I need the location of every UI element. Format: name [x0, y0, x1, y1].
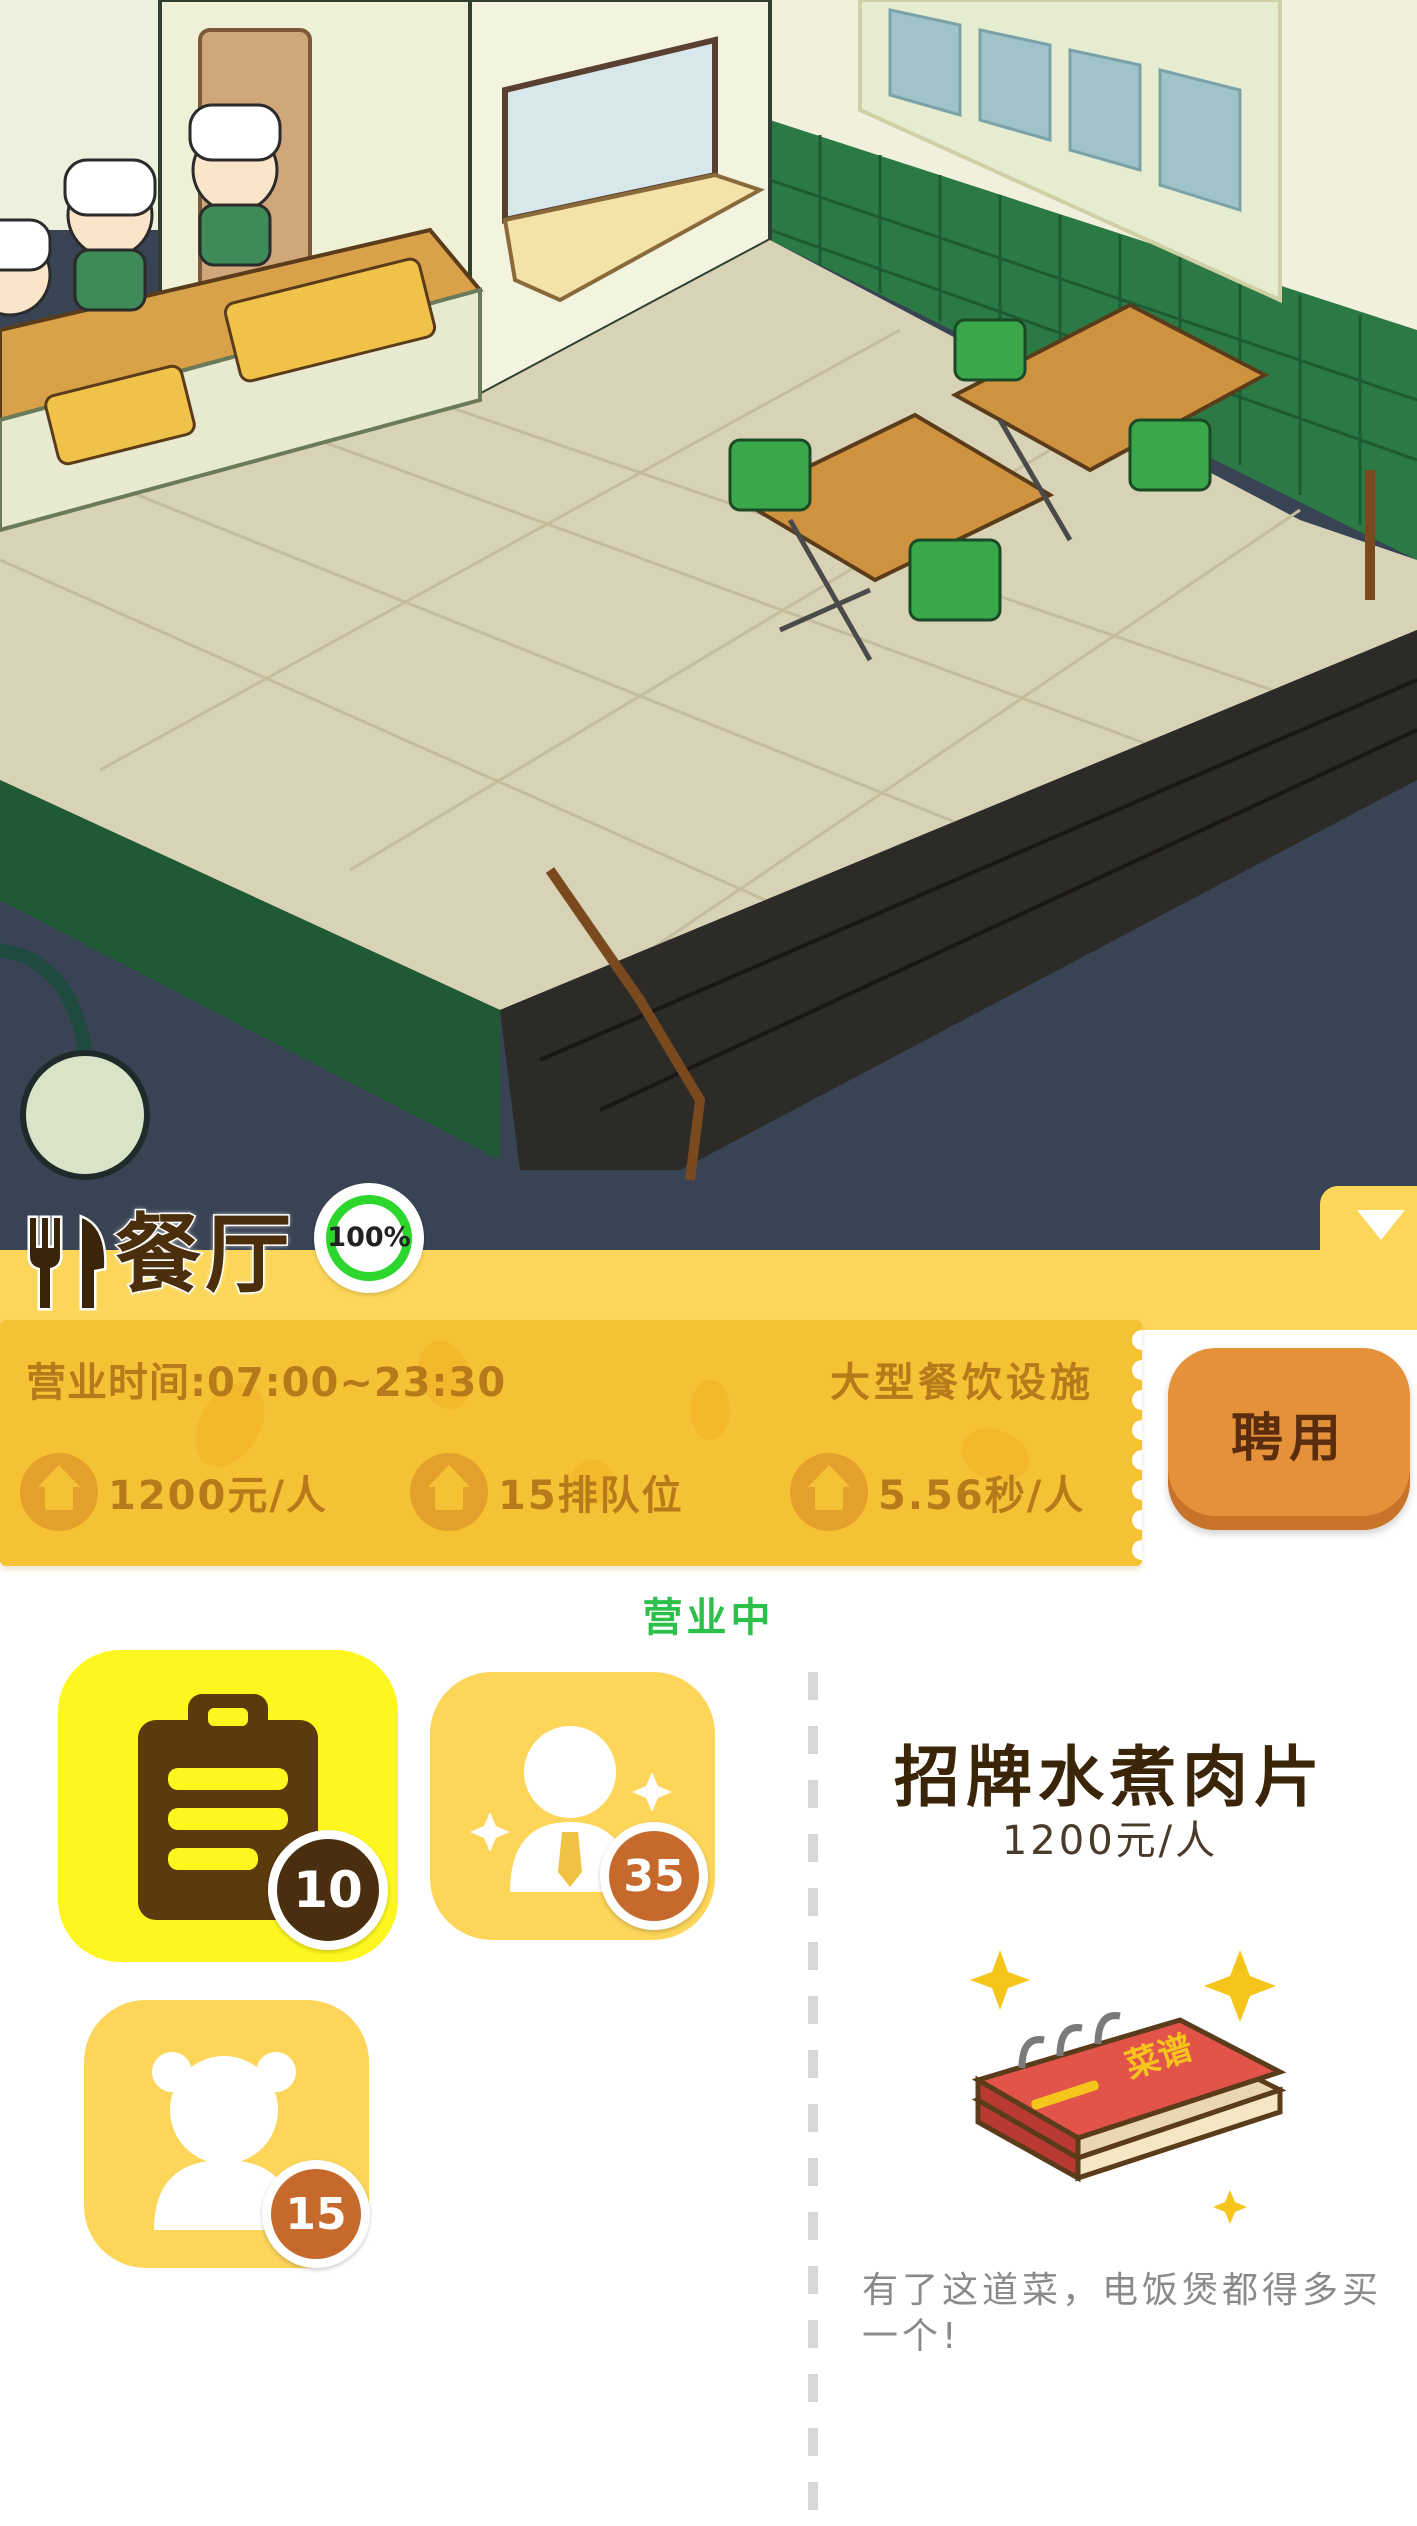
ticket-notch	[1132, 1420, 1142, 1440]
stat-value: 5.56秒/人	[878, 1473, 1086, 1519]
house-icon	[790, 1453, 868, 1531]
info-card: 营业时间:07:00~23:30 大型餐饮设施 1200元/人 15排队位 5.…	[0, 1320, 1142, 1566]
ticket-notch	[1132, 1510, 1142, 1530]
facility-type: 大型餐饮设施	[830, 1360, 1094, 1406]
tile-badge: 10	[268, 1830, 388, 1950]
tile-badge: 35	[600, 1822, 708, 1930]
chevron-down-icon[interactable]	[1357, 1210, 1405, 1240]
ticket-notch	[1132, 1540, 1142, 1560]
tile-badge: 15	[262, 2160, 370, 2268]
page-title: 餐厅	[114, 1204, 295, 1307]
status-label: 营业中	[642, 1595, 775, 1641]
ticket-notch	[1132, 1480, 1142, 1500]
house-icon	[20, 1453, 98, 1531]
stat-price: 1200元/人	[20, 1452, 328, 1532]
stat-queue: 15排队位	[410, 1452, 684, 1532]
dish-description: 有了这道菜，电饭煲都得多买一个!	[862, 2270, 1383, 2357]
hire-button[interactable]: 聘用	[1168, 1348, 1410, 1530]
recipe-book-icon: 菜谱	[970, 1950, 1287, 2224]
completion-label: 100%	[327, 1222, 411, 1253]
tile-waiter[interactable]: 35	[430, 1672, 715, 1940]
stat-value: 1200元/人	[108, 1473, 328, 1519]
stat-value: 15排队位	[498, 1473, 684, 1519]
business-hours: 营业时间:07:00~23:30	[26, 1360, 507, 1406]
dish-name: 招牌水煮肉片	[894, 1739, 1326, 1816]
ticket-notch	[1132, 1360, 1142, 1380]
tile-menu[interactable]: 10	[58, 1650, 398, 1962]
hire-button-label: 聘用	[1230, 1408, 1347, 1469]
ticket-notch	[1132, 1330, 1142, 1350]
fork-knife-icon	[27, 1214, 107, 1311]
ticket-notch	[1132, 1390, 1142, 1410]
dish-price: 1200元/人	[1001, 1818, 1219, 1864]
ticket-notch	[1132, 1450, 1142, 1470]
dashed-divider	[808, 1672, 818, 2526]
restaurant-scene	[0, 0, 1417, 1250]
card-texture	[690, 1380, 730, 1440]
house-icon	[410, 1453, 488, 1531]
stat-speed: 5.56秒/人	[790, 1452, 1085, 1532]
tile-customer[interactable]: 15	[84, 2000, 370, 2268]
